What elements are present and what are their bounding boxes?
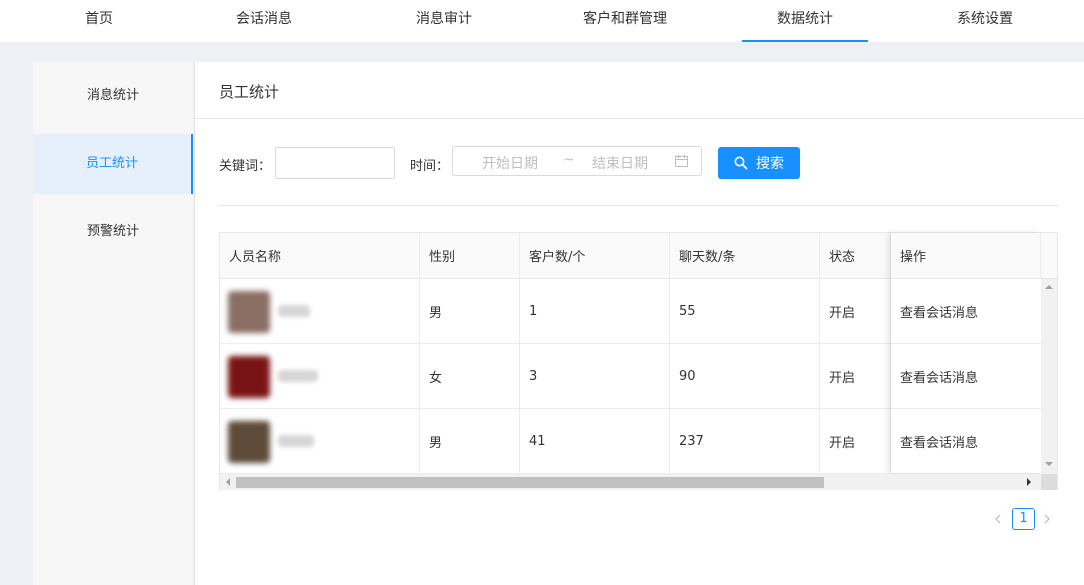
search-button-label: 搜索: [756, 156, 784, 172]
cell-name: [220, 344, 420, 408]
table-row: 男 41 237 开启 查看会话消息: [220, 409, 1041, 474]
side-item-employee-statistics[interactable]: 员工统计: [33, 134, 193, 194]
filter-divider: [219, 205, 1059, 206]
cell-status: 开启: [820, 279, 891, 343]
cell-customer-count: 1: [520, 279, 670, 343]
cell-gender: 男: [420, 279, 520, 343]
search-icon: [734, 156, 748, 170]
cell-status: 开启: [820, 344, 891, 408]
scroll-right-arrow-icon[interactable]: [1027, 478, 1035, 486]
scroll-down-arrow-icon[interactable]: [1045, 462, 1053, 470]
start-date-input[interactable]: 开始日期: [482, 153, 538, 173]
view-conversation-link[interactable]: 查看会话消息: [891, 409, 1041, 473]
avatar: [228, 421, 270, 463]
side-menu: 消息统计 员工统计 预警统计: [33, 62, 193, 585]
horizontal-scrollbar[interactable]: [220, 474, 1057, 490]
keyword-label: 关键词：: [219, 159, 272, 174]
avatar: [228, 356, 270, 398]
cell-chat-count: 55: [670, 279, 820, 343]
header-status: 状态: [820, 233, 891, 278]
cell-customer-count: 3: [520, 344, 670, 408]
employee-table: 人员名称 性别 客户数/个 聊天数/条 状态 操作 男 1 55 开启 查看会话…: [219, 232, 1058, 490]
side-item-message-statistics[interactable]: 消息统计: [33, 66, 193, 126]
avatar: [228, 291, 270, 333]
blurred-name: [278, 305, 310, 317]
table-row: 男 1 55 开启 查看会话消息: [220, 279, 1041, 344]
cell-customer-count: 41: [520, 409, 670, 473]
cell-gender: 女: [420, 344, 520, 408]
nav-customer-group-management[interactable]: 客户和群管理: [570, 0, 680, 42]
scroll-left-arrow-icon[interactable]: [222, 478, 230, 486]
nav-system-settings[interactable]: 系统设置: [940, 0, 1030, 42]
pagination-page-1[interactable]: 1: [1012, 508, 1035, 530]
nav-data-statistics[interactable]: 数据统计: [742, 0, 868, 42]
keyword-input[interactable]: [275, 147, 395, 179]
horizontal-scroll-thumb[interactable]: [236, 477, 824, 488]
scroll-up-arrow-icon[interactable]: [1045, 281, 1053, 289]
scrollbar-corner: [1041, 474, 1057, 490]
table-row: 女 3 90 开启 查看会话消息: [220, 344, 1041, 409]
date-range-picker[interactable]: 开始日期 ~ 结束日期: [452, 146, 702, 176]
page-title: 员工统计: [219, 83, 280, 101]
time-label: 时间：: [410, 159, 450, 174]
table-header: 人员名称 性别 客户数/个 聊天数/条 状态 操作: [220, 233, 1057, 279]
header-gender: 性别: [420, 233, 520, 278]
cell-name: [220, 279, 420, 343]
end-date-input[interactable]: 结束日期: [592, 153, 648, 173]
cell-gender: 男: [420, 409, 520, 473]
cell-chat-count: 237: [670, 409, 820, 473]
header-chat-count: 聊天数/条: [670, 233, 820, 278]
vertical-scrollbar[interactable]: [1041, 279, 1057, 474]
header-customer-count: 客户数/个: [520, 233, 670, 278]
cell-name: [220, 409, 420, 473]
main-panel: 员工统计 关键词： 时间： 开始日期 ~ 结束日期 搜索 人员名称 性别 客户数…: [194, 62, 1084, 585]
header-actions: 操作: [891, 233, 1041, 278]
blurred-name: [278, 370, 318, 382]
view-conversation-link[interactable]: 查看会话消息: [891, 279, 1041, 343]
header-name: 人员名称: [220, 233, 420, 278]
blurred-name: [278, 435, 314, 447]
calendar-icon: [675, 155, 688, 167]
view-conversation-link[interactable]: 查看会话消息: [891, 344, 1041, 408]
search-button[interactable]: 搜索: [718, 147, 800, 179]
nav-conversations[interactable]: 会话消息: [220, 0, 308, 42]
cell-chat-count: 90: [670, 344, 820, 408]
title-divider: [195, 118, 1084, 119]
top-navigation: 首页 会话消息 消息审计 客户和群管理 数据统计 系统设置: [0, 0, 1084, 42]
nav-home[interactable]: 首页: [60, 0, 138, 42]
pagination-prev-icon[interactable]: [992, 512, 1004, 526]
pagination-next-icon[interactable]: [1041, 512, 1053, 526]
side-item-alert-statistics[interactable]: 预警统计: [33, 202, 193, 262]
date-range-separator: ~: [563, 152, 575, 168]
nav-message-audit[interactable]: 消息审计: [400, 0, 488, 42]
cell-status: 开启: [820, 409, 891, 473]
